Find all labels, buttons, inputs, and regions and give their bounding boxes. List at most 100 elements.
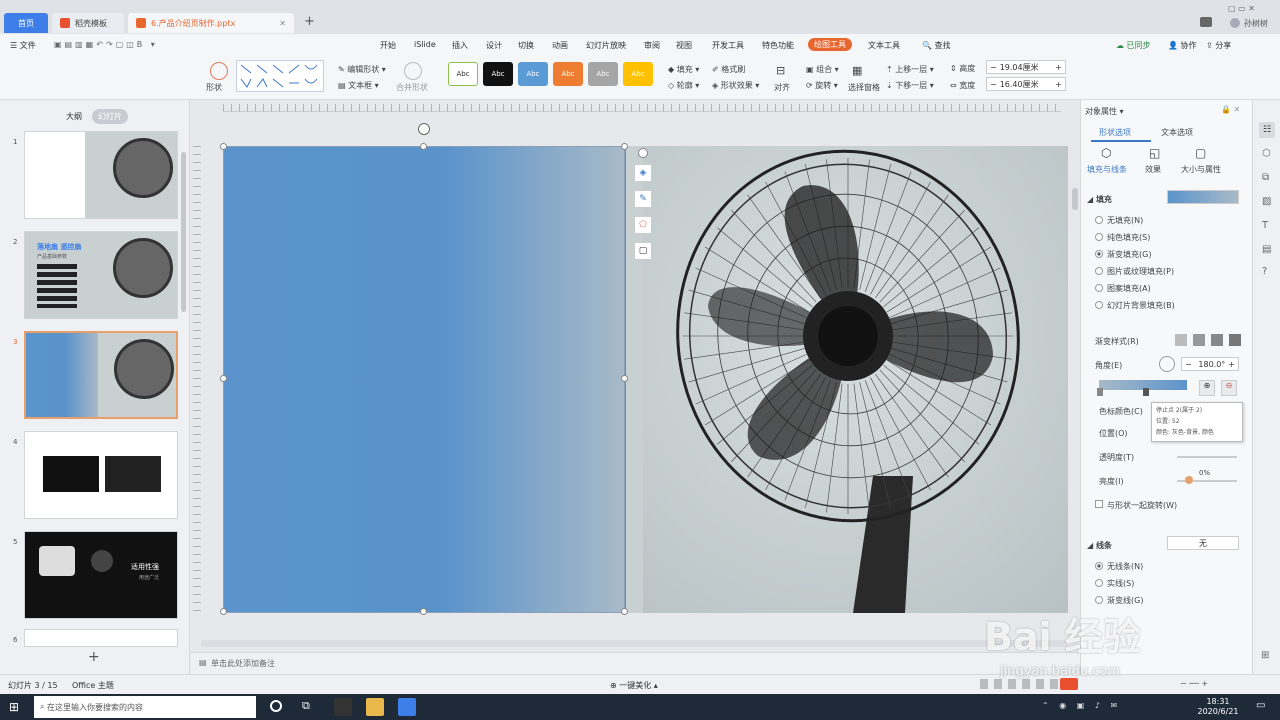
search-menu[interactable]: 🔍 查找 bbox=[922, 40, 951, 51]
shape-style-preset[interactable]: Abc bbox=[588, 62, 618, 86]
gradient-path-icon[interactable] bbox=[1229, 334, 1241, 346]
notes-placeholder[interactable]: 单击此处添加备注 bbox=[211, 658, 275, 669]
wps-app-icon[interactable] bbox=[398, 698, 416, 716]
brightness-slider-thumb[interactable] bbox=[1185, 476, 1193, 484]
tab-templates[interactable]: 稻壳模板 bbox=[52, 13, 124, 33]
line-option-radio[interactable] bbox=[1095, 562, 1103, 570]
height-plus-icon[interactable]: + bbox=[1052, 63, 1065, 72]
fill-color-dropdown[interactable] bbox=[1167, 190, 1239, 204]
zoom-controls[interactable]: − ── + bbox=[1180, 679, 1208, 688]
subtab-size[interactable]: 大小与属性 bbox=[1181, 164, 1221, 175]
angle-minus-icon[interactable]: − bbox=[1182, 360, 1195, 369]
menu-item[interactable]: 文本工具 bbox=[868, 40, 900, 51]
file-menu[interactable]: ☰ 文件 bbox=[10, 40, 36, 51]
transparency-slider[interactable] bbox=[1177, 456, 1237, 458]
slide-thumbnail-4[interactable] bbox=[24, 431, 178, 519]
width-value[interactable]: 16.40厘米 bbox=[1000, 79, 1053, 90]
notification-icon[interactable]: ▭ bbox=[1256, 700, 1265, 711]
up-layer-button[interactable]: ⇡ 上移一层 ▾ bbox=[886, 64, 934, 75]
shape-style-preset[interactable]: Abc bbox=[483, 62, 513, 86]
menu-item[interactable]: 开始 bbox=[380, 40, 396, 51]
fill-option-radio[interactable] bbox=[1095, 267, 1103, 275]
line-option-radio[interactable] bbox=[1095, 579, 1103, 587]
line-dropdown[interactable]: 无 bbox=[1167, 536, 1239, 550]
gradient-rectangle-shape[interactable] bbox=[223, 146, 625, 613]
resize-handle[interactable] bbox=[420, 143, 427, 150]
menu-item[interactable]: 切换 bbox=[518, 40, 534, 51]
share-button[interactable]: ⇪ 分享 bbox=[1206, 40, 1231, 51]
width-stepper[interactable]: −16.40厘米 + bbox=[986, 77, 1066, 91]
collapse-toolbar-icon[interactable] bbox=[638, 148, 648, 158]
menu-item[interactable]: 幻灯片放映 bbox=[586, 40, 626, 51]
resize-handle[interactable] bbox=[220, 608, 227, 615]
rotate-button[interactable]: ⟳ 旋转 ▾ bbox=[806, 80, 838, 91]
menu-item[interactable]: 审阅 bbox=[644, 40, 660, 51]
resize-handle[interactable] bbox=[420, 608, 427, 615]
tab-home[interactable]: 首页 bbox=[4, 13, 48, 33]
height-value[interactable]: 19.04厘米 bbox=[1000, 62, 1053, 73]
width-plus-icon[interactable]: + bbox=[1052, 80, 1065, 89]
resize-handle[interactable] bbox=[621, 143, 628, 150]
cortana-icon[interactable] bbox=[270, 700, 282, 712]
fill-option-radio[interactable] bbox=[1095, 301, 1103, 309]
resize-handle[interactable] bbox=[220, 143, 227, 150]
shape-gallery[interactable] bbox=[236, 60, 324, 92]
slides-tab[interactable]: 幻灯片 bbox=[92, 109, 128, 124]
add-tab-icon[interactable]: + bbox=[304, 14, 315, 29]
resize-handle[interactable] bbox=[621, 375, 628, 382]
add-slide-icon[interactable]: + bbox=[88, 649, 100, 665]
horizontal-scrollbar[interactable] bbox=[201, 640, 1067, 647]
down-layer-button[interactable]: ⇣ 下移一层 ▾ bbox=[886, 80, 934, 91]
add-stop-icon[interactable]: ⊕ bbox=[1199, 380, 1215, 396]
windows-start-icon[interactable]: ⊞ bbox=[9, 700, 19, 714]
outline-button[interactable]: ◇ 轮廓 ▾ bbox=[668, 80, 699, 91]
tab-document[interactable]: 6.产品介绍页制作.pptx ✕ bbox=[128, 13, 294, 33]
crop-float-icon[interactable]: ▢ bbox=[634, 242, 652, 260]
collab-button[interactable]: 👤 协作 bbox=[1168, 40, 1197, 51]
shape-style-preset[interactable]: Abc bbox=[448, 62, 478, 86]
slide-thumbnail-6[interactable] bbox=[24, 629, 178, 647]
angle-plus-icon[interactable]: + bbox=[1225, 360, 1238, 369]
resize-handle[interactable] bbox=[621, 608, 628, 615]
outline-tab[interactable]: 大纲 bbox=[66, 111, 82, 122]
slide-thumbnail-2[interactable]: 落地扇 遥控扇 产品基础参数 bbox=[24, 231, 178, 319]
copy-icon[interactable]: ⧉ bbox=[1262, 172, 1269, 183]
align-icon[interactable]: ⊟ bbox=[776, 64, 785, 77]
fill-option-radio[interactable] bbox=[1095, 233, 1103, 241]
format-brush-button[interactable]: ✐ 格式刷 bbox=[712, 64, 745, 75]
gradient-rect-icon[interactable] bbox=[1211, 334, 1223, 346]
line-option-radio[interactable] bbox=[1095, 596, 1103, 604]
angle-stepper[interactable]: −180.0° + bbox=[1181, 357, 1239, 371]
gradient-radial-icon[interactable] bbox=[1193, 334, 1205, 346]
window-count-icon[interactable] bbox=[1200, 17, 1212, 27]
slide-thumbnail-1[interactable] bbox=[24, 131, 178, 219]
width-minus-icon[interactable]: − bbox=[987, 80, 1000, 89]
slide-thumbnail-5[interactable]: 适用性强 用途广泛 bbox=[24, 531, 178, 619]
window-controls[interactable]: ▢ ▭ ✕ bbox=[1228, 4, 1255, 13]
shape-effect-button[interactable]: ◈ 形状效果 ▾ bbox=[712, 80, 759, 91]
rotate-with-checkbox[interactable] bbox=[1095, 500, 1103, 508]
menu-item[interactable]: 特色功能 bbox=[762, 40, 794, 51]
menu-item[interactable]: 视图 bbox=[676, 40, 692, 51]
notes-bar[interactable]: ▤ 单击此处添加备注 bbox=[191, 652, 1080, 674]
slide-thumbnail-3[interactable] bbox=[24, 331, 178, 419]
grid-icon[interactable]: ⊞ bbox=[1261, 650, 1269, 661]
tab-text-options[interactable]: 文本选项 bbox=[1161, 127, 1193, 138]
record-app-icon[interactable] bbox=[334, 698, 352, 716]
menu-item[interactable]: 开发工具 bbox=[712, 40, 744, 51]
avatar[interactable] bbox=[1230, 18, 1240, 28]
text-icon[interactable]: T bbox=[1262, 220, 1268, 231]
shape-style-preset[interactable]: Abc bbox=[553, 62, 583, 86]
help-icon[interactable]: ? bbox=[1262, 266, 1267, 277]
quick-access-toolbar[interactable]: ▣▤▥▦↶↷▢◫B ▾ bbox=[54, 40, 158, 49]
angle-value[interactable]: 180.0° bbox=[1195, 360, 1225, 369]
fill-option-radio[interactable] bbox=[1095, 216, 1103, 224]
shape-icon[interactable] bbox=[210, 62, 228, 80]
group-button[interactable]: ▣ 组合 ▾ bbox=[806, 64, 839, 75]
remove-stop-icon[interactable]: ⊖ bbox=[1221, 380, 1237, 396]
tab-shape-options[interactable]: 形状选项 bbox=[1099, 127, 1131, 138]
fill-line-icon[interactable]: ⬡ bbox=[1101, 146, 1111, 160]
size-props-icon[interactable]: ▢ bbox=[1195, 146, 1206, 160]
line-section-header[interactable]: ◢ 线条 bbox=[1087, 540, 1112, 551]
height-minus-icon[interactable]: − bbox=[987, 63, 1000, 72]
